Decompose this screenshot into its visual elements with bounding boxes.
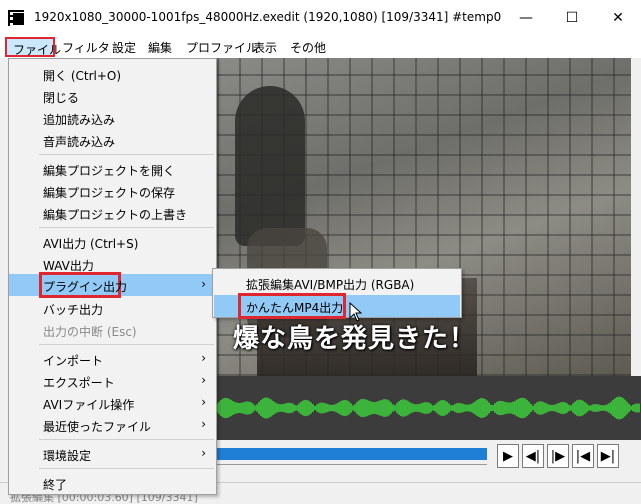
submenu-item-kantan-mp4[interactable]: かんたんMP4出力 (214, 293, 460, 319)
menu-item-close[interactable]: 閉じる (9, 85, 216, 107)
menu-item-plugin-output[interactable]: プラグイン出力 › (9, 272, 216, 298)
playback-controls: ▶ ◀| |▶ |◀ ▶| (217, 440, 641, 480)
plugin-output-submenu: 拡張編集AVI/BMP出力 (RGBA) かんたんMP4出力 (212, 268, 462, 319)
menu-item-avi-output[interactable]: AVI出力 (Ctrl+S) (9, 231, 216, 253)
menu-item-overwrite-project[interactable]: 編集プロジェクトの上書き (9, 202, 216, 224)
menu-item-open-project[interactable]: 編集プロジェクトを開く (9, 158, 216, 180)
menu-item-export[interactable]: エクスポート › (9, 370, 216, 392)
menu-item-avi-file-ops[interactable]: AVIファイル操作 › (9, 392, 216, 414)
mouse-cursor-icon (349, 302, 363, 322)
seek-bar[interactable] (217, 448, 487, 460)
to-end-button[interactable]: ▶| (597, 444, 619, 468)
menu-separator (39, 468, 214, 469)
close-button[interactable]: ✕ (595, 0, 641, 36)
menu-filter[interactable]: フィルタ (62, 39, 110, 56)
menu-settings[interactable]: 設定 (112, 39, 136, 56)
menu-edit[interactable]: 編集 (148, 39, 172, 56)
audio-waveform (217, 376, 641, 440)
menu-separator (39, 154, 214, 155)
menu-separator (39, 227, 214, 228)
chevron-right-icon: › (201, 351, 206, 365)
submenu-item-exedit-avi-bmp[interactable]: 拡張編集AVI/BMP出力 (RGBA) (214, 272, 460, 294)
chevron-right-icon: › (201, 277, 206, 291)
chevron-right-icon: › (201, 395, 206, 409)
menu-item-audio-load[interactable]: 音声読み込み (9, 129, 216, 151)
menu-separator (39, 439, 214, 440)
seek-ticks (217, 464, 487, 470)
to-start-button[interactable]: |◀ (572, 444, 594, 468)
menu-other[interactable]: その他 (290, 39, 326, 56)
minimize-button[interactable]: — (503, 0, 549, 36)
film-icon (8, 10, 26, 26)
menu-item-import[interactable]: インポート › (9, 348, 216, 370)
file-menu: 開く (Ctrl+O) 閉じる 追加読み込み 音声読み込み 編集プロジェクトを開… (8, 58, 217, 495)
menu-profile[interactable]: プロファイル (186, 39, 258, 56)
menu-bar: ファイル フィルタ 設定 編集 プロファイル 表示 その他 (0, 36, 641, 58)
menu-view[interactable]: 表示 (253, 39, 277, 56)
menu-item-add-load[interactable]: 追加読み込み (9, 107, 216, 129)
chevron-right-icon: › (201, 373, 206, 387)
play-button[interactable]: ▶ (497, 444, 519, 468)
next-frame-button[interactable]: |▶ (547, 444, 569, 468)
menu-item-recent-files[interactable]: 最近使ったファイル › (9, 414, 216, 436)
maximize-button[interactable]: ☐ (549, 0, 595, 36)
menu-item-abort-output: 出力の中断 (Esc) (43, 325, 137, 339)
menu-file[interactable]: ファイル (5, 37, 61, 57)
menu-item-preferences[interactable]: 環境設定 › (9, 443, 216, 465)
waveform-graphic (217, 396, 640, 420)
menu-item-open[interactable]: 開く (Ctrl+O) (9, 63, 216, 85)
video-preview: 爆な鳥を発見きた！ (217, 58, 631, 376)
chevron-right-icon: › (201, 417, 206, 431)
menu-item-batch-output[interactable]: バッチ出力 (9, 297, 216, 319)
chevron-right-icon: › (201, 446, 206, 460)
window-title: 1920x1080_30000-1001fps_48000Hz.exedit (… (34, 10, 502, 24)
menu-item-exit[interactable]: 終了 (9, 472, 216, 494)
video-subtitle: 爆な鳥を発見きた！ (233, 324, 477, 354)
menu-item-save-project[interactable]: 編集プロジェクトの保存 (9, 180, 216, 202)
app-window: 1920x1080_30000-1001fps_48000Hz.exedit (… (0, 0, 641, 504)
menu-separator (39, 344, 214, 345)
prev-frame-button[interactable]: ◀| (522, 444, 544, 468)
title-bar: 1920x1080_30000-1001fps_48000Hz.exedit (… (0, 0, 641, 36)
video-bird-figure (235, 86, 305, 246)
